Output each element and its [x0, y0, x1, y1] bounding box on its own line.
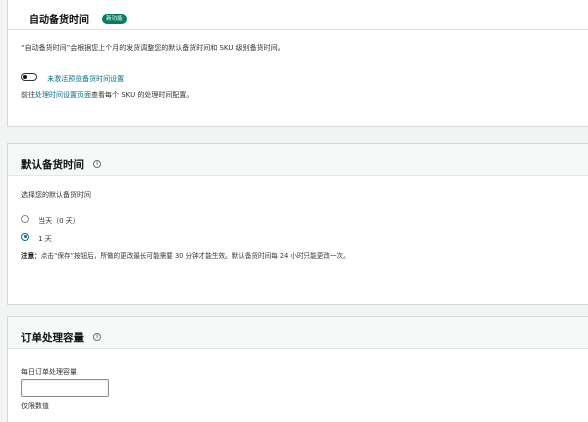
- auto-handling-title: 自动备货时间: [29, 15, 89, 26]
- capacity-input[interactable]: [21, 379, 109, 397]
- link-prefix: 前往: [21, 91, 35, 99]
- handling-settings-line: 前往处理时间设置页面查看每个 SKU 的处理时间配置。: [21, 90, 193, 100]
- note-label: 注意：: [21, 252, 41, 260]
- auto-handling-card: 自动备货时间 新功能 “自动备货时间”会根据您上个月的发货调整您的默认备货时间和…: [7, 0, 588, 127]
- radio-option-one-day[interactable]: 1 天: [21, 226, 52, 245]
- link-suffix: 查看每个 SKU 的处理时间配置。: [91, 91, 194, 99]
- radio-one-day-label[interactable]: 1 天: [38, 235, 52, 243]
- info-icon[interactable]: i: [93, 332, 102, 341]
- preview-toggle[interactable]: [21, 72, 37, 81]
- default-handling-title: 默认备货时间: [21, 159, 84, 171]
- order-capacity-card: 订单处理容量 i 每日订单处理容量 仅限数值: [7, 316, 588, 422]
- radio-same-day[interactable]: [21, 214, 29, 223]
- info-icon[interactable]: i: [93, 159, 102, 168]
- note-text: 点击“保存”按钮后，所做的更改最长可能需要 30 分钟才能生效。默认备货时间每 …: [40, 252, 350, 260]
- toggle-knob: [23, 74, 27, 79]
- auto-handling-header: 自动备货时间 新功能: [8, 0, 588, 30]
- default-handling-card: 默认备货时间 i 选择您的默认备货时间 当天（0 天） 1 天 注意：点击“保存…: [7, 143, 588, 305]
- default-handling-header: 默认备货时间 i: [8, 144, 588, 176]
- new-feature-badge: 新功能: [102, 13, 127, 24]
- capacity-hint: 仅限数值: [21, 402, 49, 410]
- preview-toggle-row[interactable]: 未激活预览备货时间设置: [21, 66, 124, 85]
- radio-option-same-day[interactable]: 当天（0 天）: [21, 208, 80, 227]
- radio-one-day[interactable]: [21, 232, 29, 241]
- radio-same-day-label[interactable]: 当天（0 天）: [38, 217, 80, 225]
- order-capacity-header: 订单处理容量 i: [8, 317, 588, 349]
- preview-toggle-label[interactable]: 未激活预览备货时间设置: [47, 75, 124, 83]
- handling-settings-link[interactable]: 处理时间设置页面: [35, 91, 91, 99]
- default-handling-prompt: 选择您的默认备货时间: [21, 191, 91, 199]
- auto-handling-description: “自动备货时间”会根据您上个月的发货调整您的默认备货时间和 SKU 级别备货时间…: [21, 44, 285, 52]
- capacity-field-label: 每日订单处理容量: [21, 368, 77, 376]
- order-capacity-title: 订单处理容量: [21, 332, 84, 344]
- save-note: 注意：点击“保存”按钮后，所做的更改最长可能需要 30 分钟才能生效。默认备货时…: [21, 250, 350, 260]
